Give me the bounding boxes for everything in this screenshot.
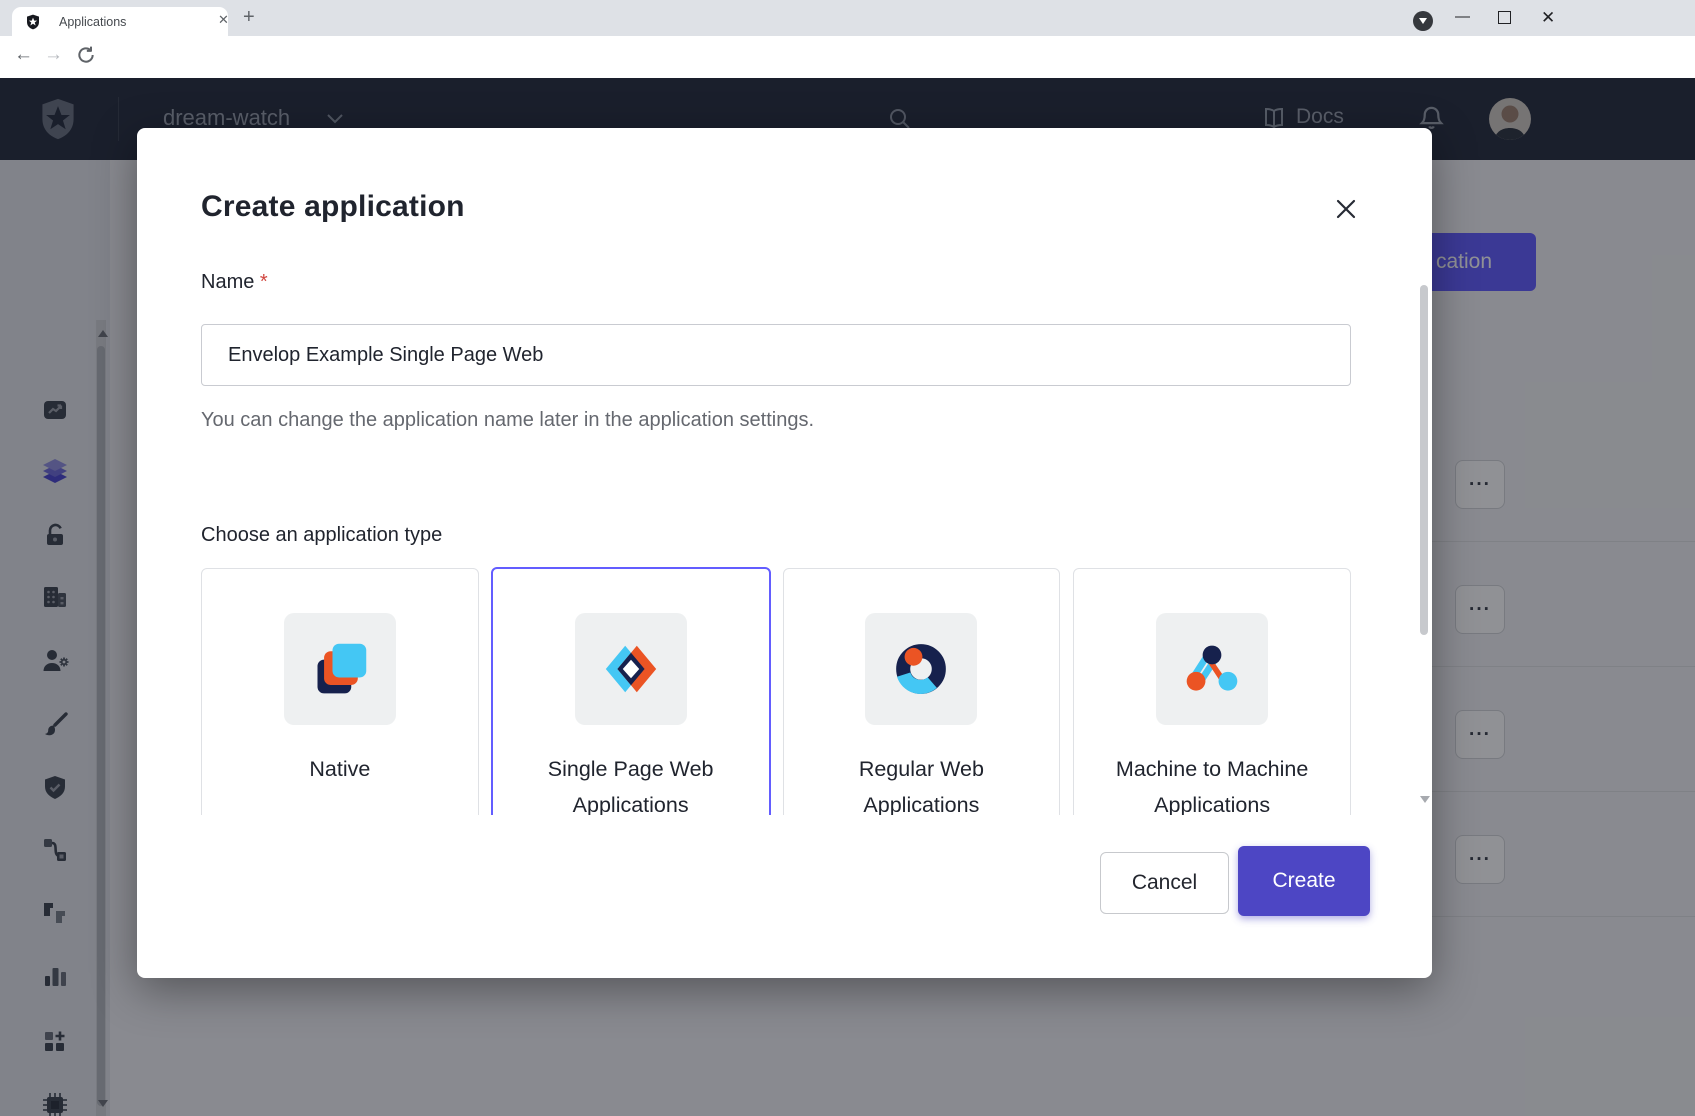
native-app-icon xyxy=(284,613,396,725)
app-type-label: Single Page Web Applications xyxy=(526,751,736,815)
application-type-cards: Native Single Page Web Applications Regu… xyxy=(201,568,1351,815)
spa-app-icon xyxy=(575,613,687,725)
modal-title: Create application xyxy=(201,190,465,224)
modal-scrollbar-thumb[interactable] xyxy=(1420,285,1428,635)
back-icon[interactable]: ← xyxy=(14,44,33,66)
required-asterisk: * xyxy=(260,271,268,293)
window-close-icon[interactable]: ✕ xyxy=(1541,8,1555,28)
modal-scroll-down-icon[interactable] xyxy=(1420,796,1430,803)
choose-type-label: Choose an application type xyxy=(201,524,442,547)
app-type-card-native[interactable]: Native xyxy=(201,568,479,815)
app-type-card-spa[interactable]: Single Page Web Applications xyxy=(491,567,771,815)
browser-update-icon[interactable] xyxy=(1413,11,1433,31)
browser-toolbar: ← → manage.auth0.com/dashboard/eu/dream-… xyxy=(0,36,1695,78)
name-helper-text: You can change the application name late… xyxy=(201,409,814,432)
app-type-label: Regular Web Applications xyxy=(816,751,1026,815)
app-type-card-m2m[interactable]: Machine to Machine Applications xyxy=(1073,568,1351,815)
app-type-label: Machine to Machine Applications xyxy=(1107,751,1317,815)
browser-tab[interactable]: Applications ✕ xyxy=(12,7,228,36)
m2m-app-icon xyxy=(1156,613,1268,725)
window-maximize-icon[interactable] xyxy=(1498,11,1511,24)
modal-close-button[interactable] xyxy=(1325,188,1367,230)
forward-icon[interactable]: → xyxy=(44,44,63,66)
new-tab-icon[interactable]: + xyxy=(243,6,255,29)
modal-body: Name * You can change the application na… xyxy=(137,258,1432,815)
favicon-auth0-icon xyxy=(25,14,41,30)
name-label: Name * xyxy=(201,271,268,294)
browser-titlebar: Applications ✕ + — ✕ xyxy=(0,0,1695,36)
create-application-modal: Create application Name * You can change… xyxy=(137,128,1432,978)
app-type-card-regular-web[interactable]: Regular Web Applications xyxy=(783,568,1061,815)
tab-title: Applications xyxy=(59,15,126,29)
app-type-label: Native xyxy=(235,751,445,787)
reload-icon[interactable] xyxy=(76,45,96,65)
tab-close-icon[interactable]: ✕ xyxy=(218,12,229,28)
screenshot-root: Applications ✕ + — ✕ ← → manage.auth0.co… xyxy=(0,0,1695,1116)
cancel-button[interactable]: Cancel xyxy=(1100,852,1229,914)
regular-web-app-icon xyxy=(865,613,977,725)
application-name-input[interactable] xyxy=(201,324,1351,386)
create-button[interactable]: Create xyxy=(1238,846,1370,916)
window-minimize-icon[interactable]: — xyxy=(1455,8,1470,25)
